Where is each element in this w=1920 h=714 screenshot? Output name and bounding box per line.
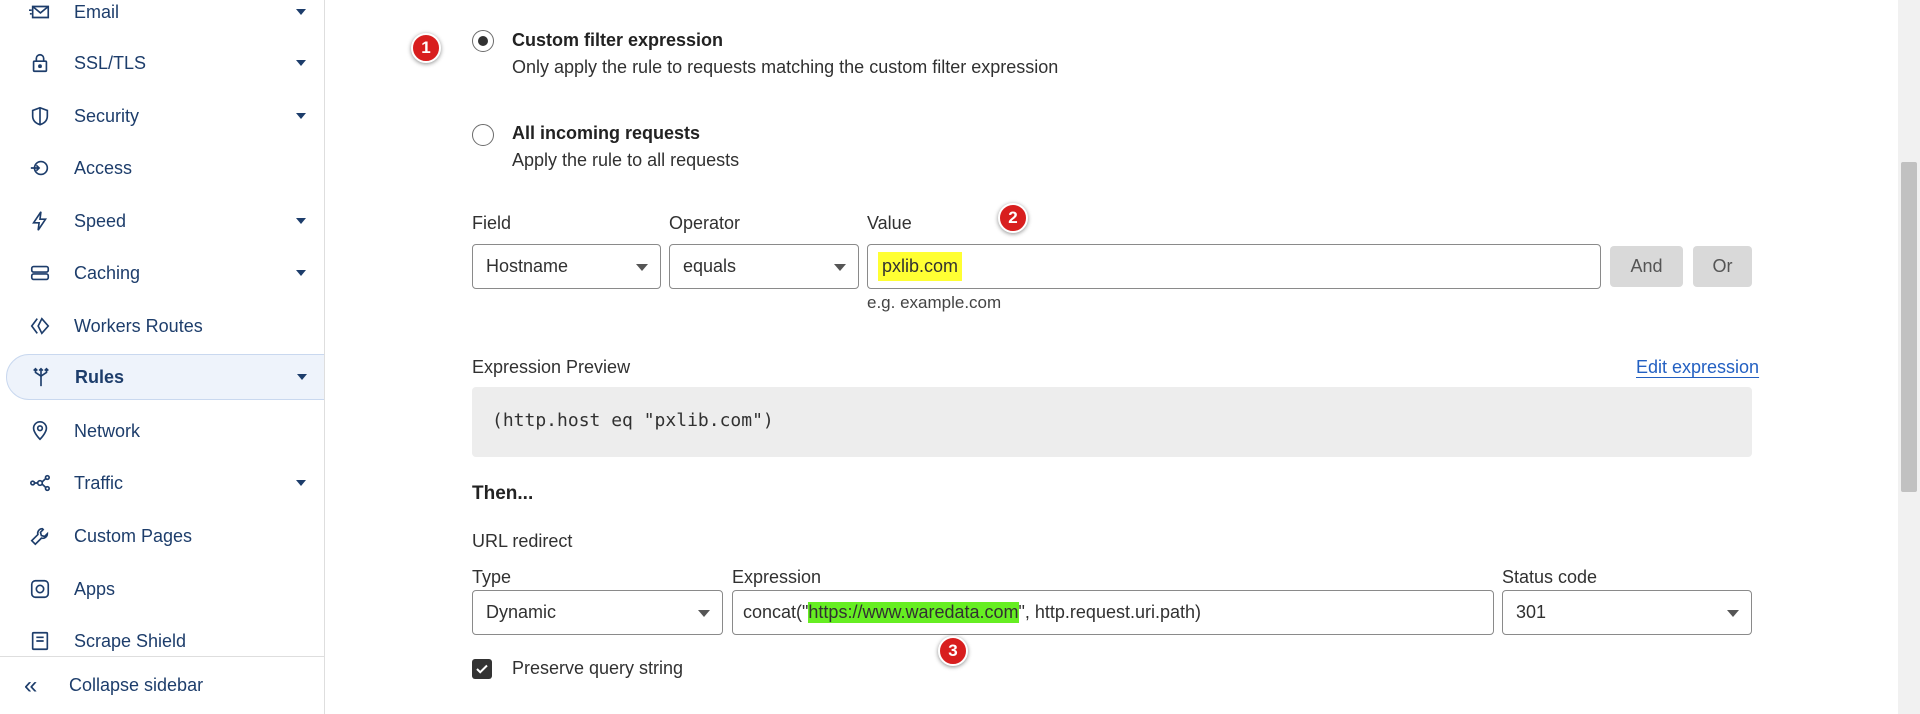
radio-custom-filter[interactable]: [472, 30, 494, 52]
chevron-down-icon: [698, 610, 710, 617]
preserve-query-label: Preserve query string: [512, 658, 684, 678]
sidebar-item-apps[interactable]: Apps: [0, 566, 324, 612]
type-label: Type: [472, 567, 512, 587]
or-button[interactable]: Or: [1693, 246, 1752, 287]
chevron-down-icon: [295, 477, 307, 489]
annotation-badge-2: 2: [998, 203, 1028, 233]
sidebar-item-label: Custom Pages: [74, 525, 193, 546]
chevron-down-icon: [636, 264, 648, 271]
access-icon: [28, 156, 52, 180]
expr-url: https://www.waredata.com: [808, 602, 1019, 623]
double-chevron-left-icon: «: [24, 671, 38, 699]
then-heading: Then...: [472, 483, 534, 504]
sidebar-item-access[interactable]: Access: [0, 145, 324, 191]
field-select-value: Hostname: [486, 256, 569, 276]
email-icon: [28, 0, 52, 24]
chevron-down-icon: [295, 267, 307, 279]
expression-preview-box: (http.host eq "pxlib.com"): [472, 387, 1752, 457]
all-requests-title: All incoming requests: [512, 123, 701, 143]
status-code-label: Status code: [1502, 567, 1598, 587]
sidebar-item-label: Caching: [74, 262, 141, 283]
chevron-down-icon: [295, 57, 307, 69]
sidebar-item-rules[interactable]: Rules: [6, 354, 324, 400]
sidebar-item-label: SSL/TLS: [74, 52, 147, 73]
sidebar-item-ssl-tls[interactable]: SSL/TLS: [0, 40, 324, 86]
status-code-value: 301: [1516, 602, 1547, 622]
lock-icon: [28, 51, 52, 75]
expr-prefix: concat(": [743, 602, 809, 622]
action-label: URL redirect: [472, 531, 573, 551]
chevron-down-icon: [1727, 610, 1739, 617]
rules-icon: [29, 365, 53, 389]
sidebar-item-label: Scrape Shield: [74, 630, 187, 651]
sidebar-item-traffic[interactable]: Traffic: [0, 460, 324, 506]
checkmark-icon: [476, 664, 488, 674]
redirect-expression-input[interactable]: concat(" https://www.waredata.com ", http.…: [732, 590, 1494, 635]
sidebar-item-label: Network: [74, 420, 141, 441]
sidebar-item-caching[interactable]: Caching: [0, 250, 324, 296]
chevron-down-icon: [296, 371, 308, 383]
shield-icon: [28, 104, 52, 128]
value-input-text: pxlib.com: [878, 252, 963, 281]
chevron-down-icon: [295, 6, 307, 18]
sidebar-item-label: Rules: [75, 366, 125, 387]
location-pin-icon: [28, 419, 52, 443]
sidebar-item-label: Apps: [74, 578, 116, 599]
collapse-sidebar-button[interactable]: « Collapse sidebar: [0, 656, 324, 714]
sidebar-item-workers-routes[interactable]: Workers Routes: [0, 303, 324, 349]
custom-filter-title: Custom filter expression: [512, 30, 724, 50]
expression-preview-label: Expression Preview: [472, 357, 631, 377]
type-select[interactable]: Dynamic: [472, 590, 723, 635]
status-code-select[interactable]: 301: [1502, 590, 1752, 635]
sidebar-item-label: Access: [74, 157, 133, 178]
sidebar-item-label: Workers Routes: [74, 315, 203, 336]
workers-icon: [28, 314, 52, 338]
app-window: Email SSL/TLS Security Access Speed Cach…: [0, 0, 1920, 714]
edit-expression-link[interactable]: Edit expression: [1636, 357, 1759, 378]
operator-select[interactable]: equals: [669, 244, 859, 289]
lightning-icon: [28, 209, 52, 233]
value-input[interactable]: pxlib.com: [867, 244, 1601, 289]
field-label: Field: [472, 213, 512, 233]
and-button[interactable]: And: [1610, 246, 1683, 287]
value-hint: e.g. example.com: [867, 293, 1002, 312]
chevron-down-icon: [295, 215, 307, 227]
operator-select-value: equals: [683, 256, 737, 276]
annotation-badge-3: 3: [938, 636, 968, 666]
chevron-down-icon: [295, 110, 307, 122]
operator-label: Operator: [669, 213, 741, 233]
sidebar-item-label: Speed: [74, 210, 127, 231]
all-requests-desc: Apply the rule to all requests: [512, 150, 740, 170]
value-label: Value: [867, 213, 912, 233]
chevron-down-icon: [834, 264, 846, 271]
sidebar-item-label: Security: [74, 105, 140, 126]
document-icon: [28, 629, 52, 653]
sidebar-item-speed[interactable]: Speed: [0, 198, 324, 244]
expression-label: Expression: [732, 567, 822, 587]
rule-editor: 1 Custom filter expression Only apply th…: [326, 0, 1886, 714]
preserve-query-checkbox[interactable]: [472, 659, 492, 679]
sidebar-item-security[interactable]: Security: [0, 93, 324, 139]
type-select-value: Dynamic: [486, 602, 557, 622]
vertical-scrollbar[interactable]: [1898, 0, 1920, 714]
sidebar-item-label: Traffic: [74, 472, 124, 493]
sidebar: Email SSL/TLS Security Access Speed Cach…: [0, 0, 325, 714]
wrench-icon: [28, 524, 52, 548]
radio-all-requests[interactable]: [472, 124, 494, 146]
custom-filter-desc: Only apply the rule to requests matching…: [512, 57, 1059, 77]
database-icon: [28, 261, 52, 285]
scrollbar-thumb[interactable]: [1901, 162, 1917, 492]
expression-preview-code: (http.host eq "pxlib.com"): [492, 410, 774, 431]
expr-suffix: ", http.request.uri.path): [1018, 602, 1202, 622]
traffic-icon: [28, 471, 52, 495]
apps-icon: [28, 577, 52, 601]
annotation-badge-1: 1: [411, 33, 441, 63]
collapse-sidebar-label: Collapse sidebar: [69, 675, 204, 695]
sidebar-item-email[interactable]: Email: [0, 0, 324, 35]
sidebar-item-network[interactable]: Network: [0, 408, 324, 454]
sidebar-item-custom-pages[interactable]: Custom Pages: [0, 513, 324, 559]
field-select[interactable]: Hostname: [472, 244, 661, 289]
sidebar-item-label: Email: [74, 1, 120, 22]
